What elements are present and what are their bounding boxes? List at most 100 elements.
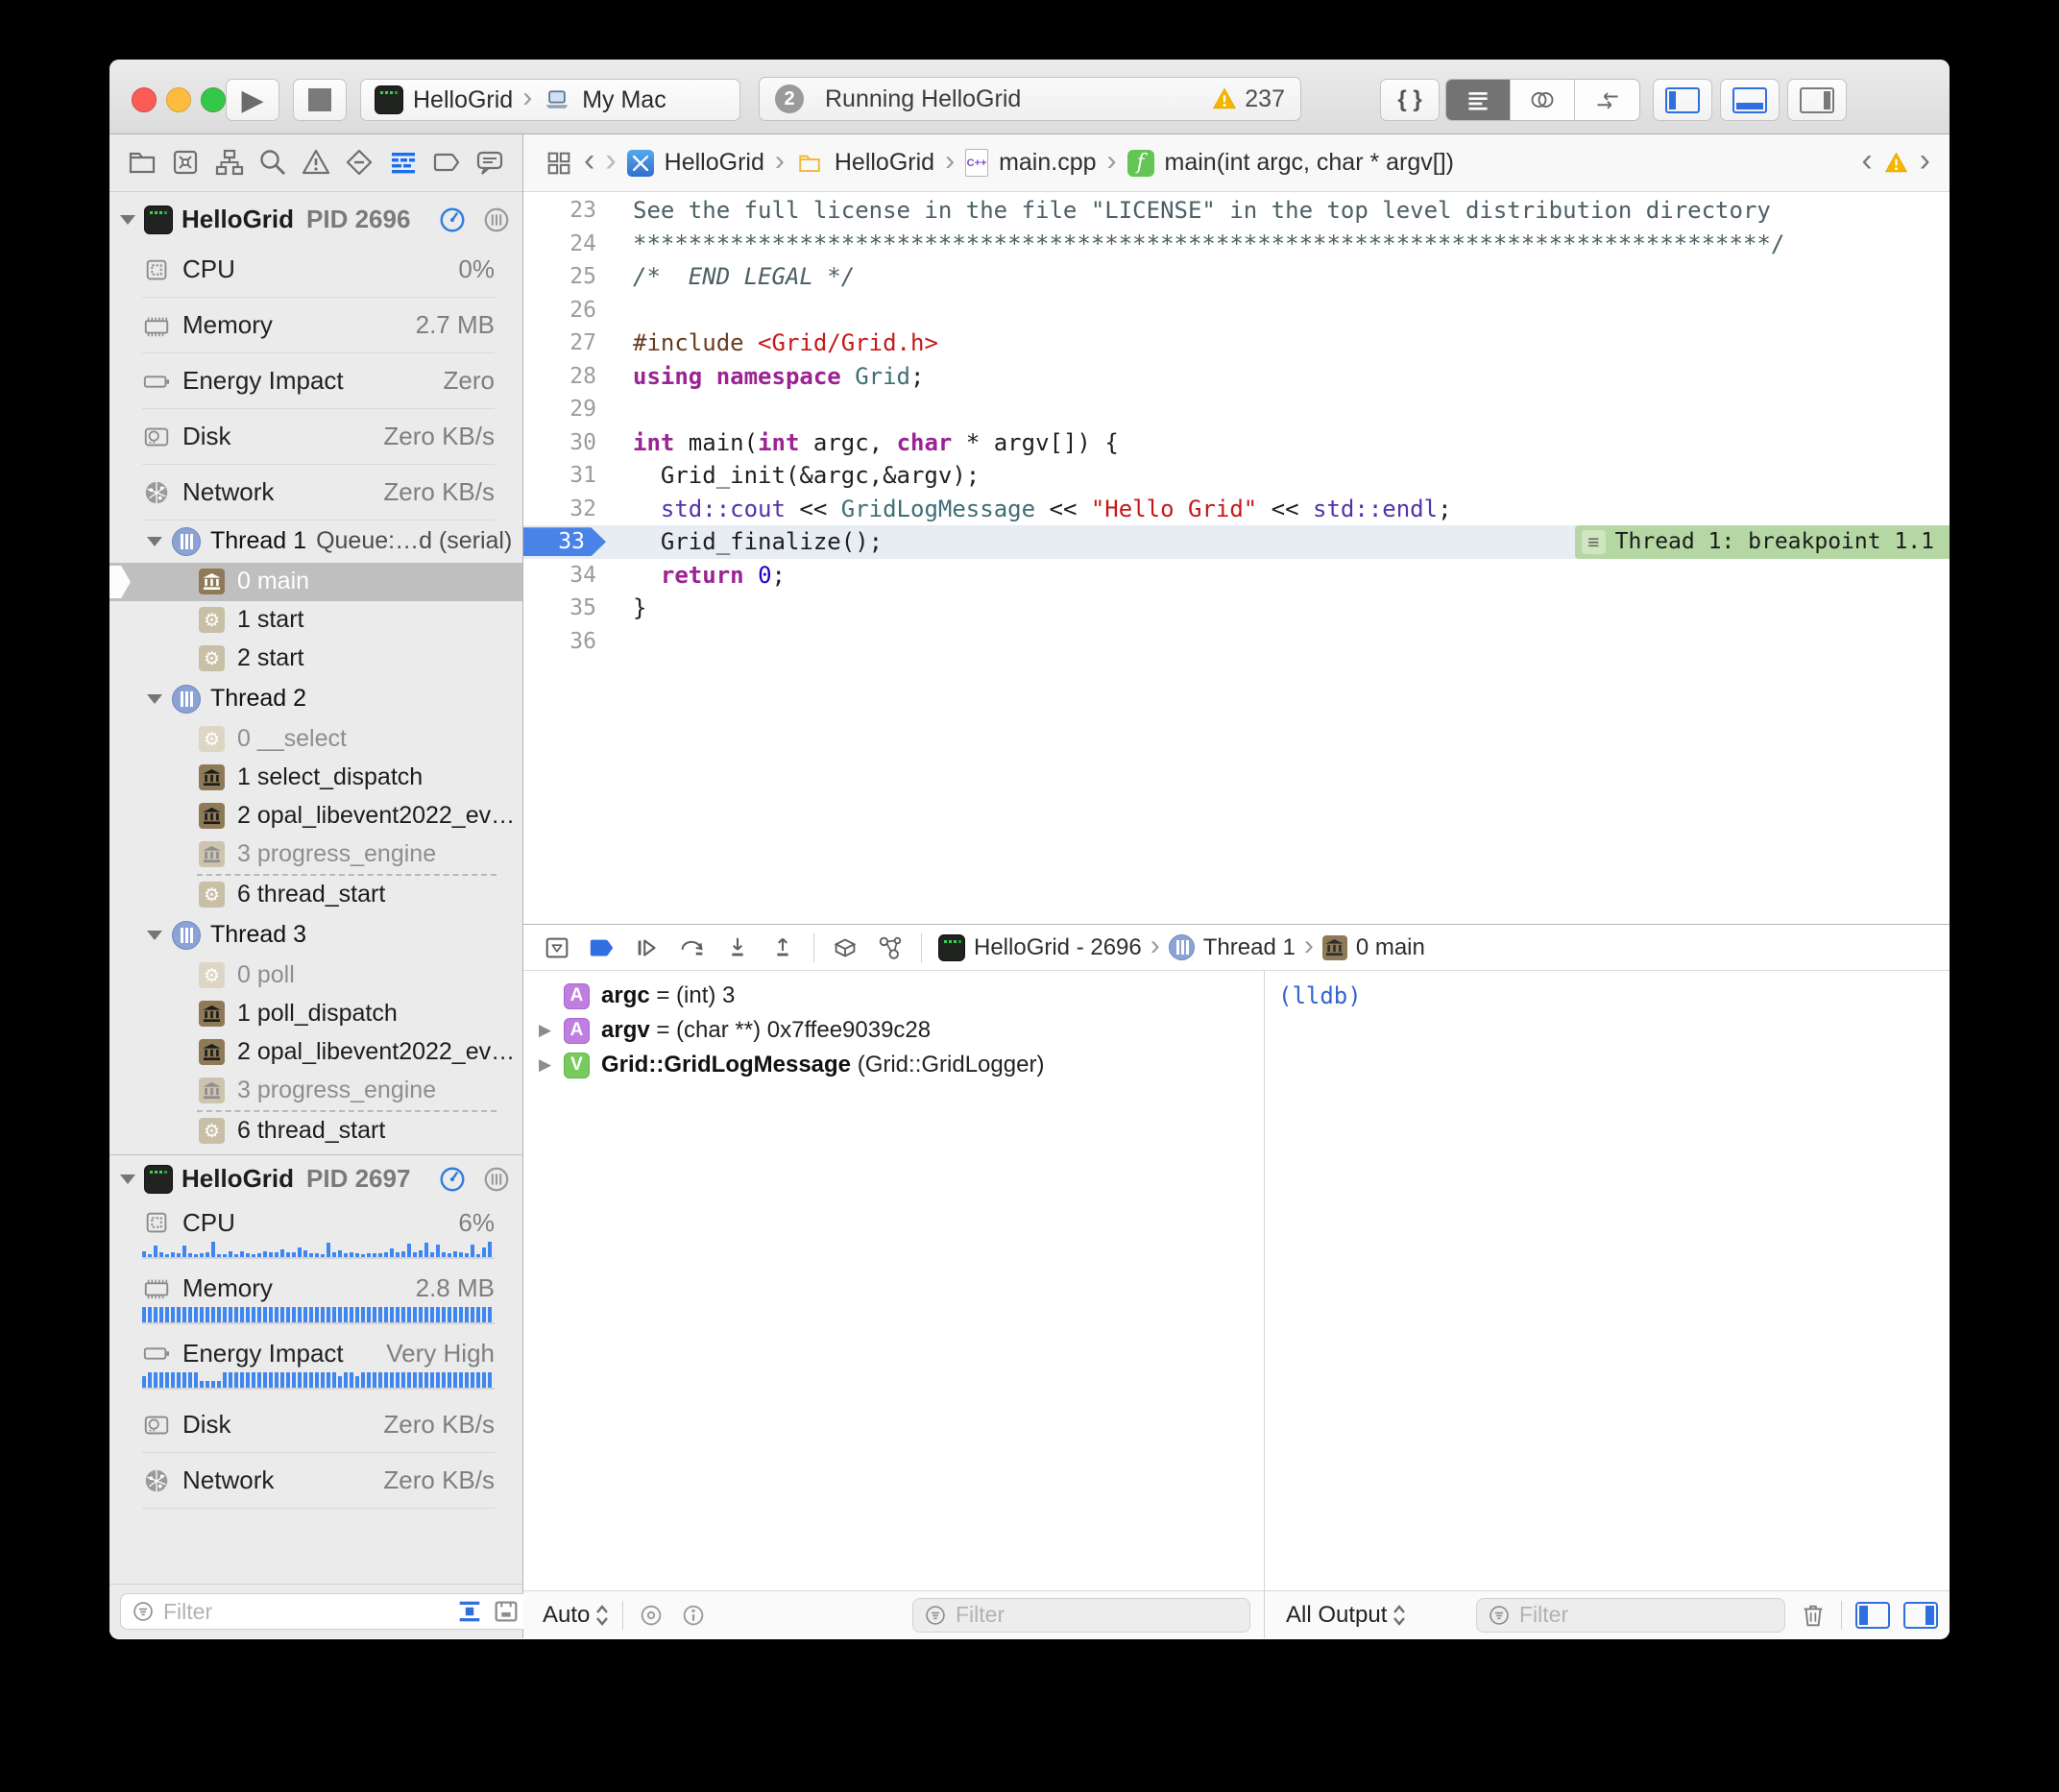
clear-console-icon[interactable] <box>1799 1601 1828 1630</box>
line-number[interactable]: 27 <box>523 330 606 355</box>
debug-view-hierarchy-icon[interactable] <box>831 933 860 962</box>
assistant-editor-button[interactable] <box>1511 80 1575 120</box>
stack-frame-row[interactable]: ⚙2 start <box>109 640 522 678</box>
source-control-navigator-icon[interactable] <box>170 147 201 178</box>
stat-row-memory[interactable]: Memory 2.8 MB <box>109 1267 522 1332</box>
stack-frame-row[interactable]: 3 progress_engine <box>109 1072 522 1110</box>
flatten-stack-icon[interactable] <box>455 1597 484 1626</box>
stack-frame-row[interactable]: ⚙6 thread_start <box>109 876 522 914</box>
next-issue-button[interactable]: › <box>1920 144 1930 177</box>
debug-memory-graph-icon[interactable] <box>876 933 905 962</box>
breakpoint-navigator-icon[interactable] <box>431 147 462 178</box>
breakpoint-badge[interactable]: 33 <box>523 527 606 556</box>
stat-row-energy[interactable]: Energy Impact Zero <box>109 353 522 409</box>
thread-header[interactable]: Thread 2 <box>109 678 522 720</box>
disclosure-triangle-icon[interactable] <box>120 215 135 225</box>
pause-process-icon[interactable] <box>482 206 511 234</box>
find-navigator-icon[interactable] <box>257 147 288 178</box>
stack-frame-row[interactable]: 1 select_dispatch <box>109 759 522 797</box>
toggle-console-view-icon[interactable] <box>1903 1602 1938 1629</box>
standard-editor-button[interactable] <box>1446 80 1511 120</box>
zoom-button[interactable] <box>201 87 226 112</box>
line-number[interactable]: 34 <box>523 563 606 588</box>
crumb-frame[interactable]: 0 main <box>1356 934 1425 961</box>
disclosure-triangle-icon[interactable] <box>120 1174 135 1184</box>
filter-input[interactable] <box>163 1599 448 1625</box>
line-number[interactable]: 35 <box>523 595 606 620</box>
symbol-navigator-icon[interactable] <box>214 147 245 178</box>
console-filter-field[interactable] <box>1476 1598 1785 1633</box>
step-into-icon[interactable] <box>723 933 752 962</box>
line-number[interactable]: 31 <box>523 463 606 488</box>
continue-icon[interactable] <box>633 933 662 962</box>
disclosure-triangle-icon[interactable]: ▶ <box>539 1021 564 1040</box>
disclosure-triangle-icon[interactable]: ▶ <box>539 1055 564 1075</box>
issue-navigator-icon[interactable] <box>301 147 331 178</box>
source-editor[interactable]: 23See the full license in the file "LICE… <box>523 192 1950 924</box>
stack-frame-row[interactable]: 0 main <box>109 563 522 601</box>
close-button[interactable] <box>132 87 157 112</box>
toggle-navigator-button[interactable] <box>1653 79 1712 121</box>
crumb-group[interactable]: HelloGrid <box>835 149 934 177</box>
variable-row[interactable]: ▶VGrid::GridLogMessage (Grid::GridLogger… <box>523 1048 1264 1082</box>
filter-input[interactable] <box>1519 1602 1711 1628</box>
console-view[interactable]: (lldb) <box>1265 971 1950 1590</box>
project-navigator-icon[interactable] <box>127 147 157 178</box>
stat-row-cpu[interactable]: CPU 6% <box>109 1201 522 1267</box>
report-navigator-icon[interactable] <box>474 147 505 178</box>
related-items-icon[interactable] <box>545 149 573 178</box>
navigator-filter-field[interactable] <box>120 1593 566 1630</box>
stack-frame-row[interactable]: ⚙6 thread_start <box>109 1112 522 1150</box>
process-header-2697[interactable]: HelloGrid PID 2697 <box>109 1157 522 1201</box>
line-number[interactable]: 29 <box>523 397 606 422</box>
line-number[interactable]: 32 <box>523 496 606 521</box>
quicklook-icon[interactable] <box>637 1601 666 1630</box>
activity-viewer[interactable]: 2 Running HelloGrid 237 <box>759 77 1301 121</box>
stack-frame-row[interactable]: 3 progress_engine <box>109 835 522 874</box>
stat-row-network[interactable]: Network Zero KB/s <box>109 465 522 521</box>
crumb-symbol[interactable]: main(int argc, char * argv[]) <box>1165 149 1455 177</box>
line-number[interactable]: 36 <box>523 629 606 654</box>
stop-button[interactable] <box>293 79 347 121</box>
crumb-process[interactable]: HelloGrid - 2696 <box>974 934 1142 961</box>
debug-navigator-icon[interactable] <box>388 147 419 178</box>
stat-row-memory[interactable]: Memory 2.7 MB <box>109 298 522 353</box>
toggle-variables-view-icon[interactable] <box>1855 1602 1890 1629</box>
variable-scope-dropdown[interactable]: Auto <box>543 1602 609 1629</box>
disclosure-triangle-icon[interactable] <box>147 694 162 704</box>
line-number[interactable]: 28 <box>523 364 606 389</box>
forward-button[interactable]: › <box>605 144 616 177</box>
filter-input[interactable] <box>956 1602 1148 1628</box>
version-editor-button[interactable] <box>1575 80 1639 120</box>
crumb-project[interactable]: HelloGrid <box>665 149 764 177</box>
performance-gauge-icon[interactable] <box>438 206 467 234</box>
process-header-2696[interactable]: HelloGrid PID 2696 <box>109 198 522 242</box>
back-button[interactable]: ‹ <box>584 144 594 177</box>
issue-warning-icon[interactable] <box>1884 151 1908 175</box>
breakpoints-enabled-icon[interactable] <box>588 933 617 962</box>
code-review-button[interactable]: { } <box>1380 79 1440 121</box>
toggle-debug-area-button[interactable] <box>1720 79 1780 121</box>
hide-debug-area-icon[interactable] <box>543 933 571 962</box>
stack-frame-row[interactable]: 2 opal_libevent2022_ev… <box>109 1033 522 1072</box>
warning-icon[interactable] <box>1212 86 1237 111</box>
breakpoint-annotation[interactable]: ≡Thread 1: breakpoint 1.1 <box>1575 525 1950 559</box>
test-navigator-icon[interactable] <box>344 147 375 178</box>
step-over-icon[interactable] <box>678 933 707 962</box>
stack-frame-row[interactable]: ⚙0 __select <box>109 720 522 759</box>
stack-frame-row[interactable]: ⚙0 poll <box>109 957 522 995</box>
line-number[interactable]: 23 <box>523 198 606 223</box>
stack-frame-row[interactable]: ⚙1 start <box>109 601 522 640</box>
show-crashed-threads-icon[interactable] <box>492 1597 521 1626</box>
line-number[interactable]: 30 <box>523 430 606 455</box>
info-icon[interactable] <box>679 1601 708 1630</box>
stat-row-energy[interactable]: Energy Impact Very High <box>109 1332 522 1397</box>
disclosure-triangle-icon[interactable] <box>147 931 162 940</box>
step-out-icon[interactable] <box>768 933 797 962</box>
variables-filter-field[interactable] <box>912 1598 1250 1633</box>
thread-header[interactable]: Thread 3 <box>109 914 522 957</box>
line-number[interactable]: 26 <box>523 298 606 323</box>
stat-row-cpu[interactable]: CPU 0% <box>109 242 522 298</box>
console-output-dropdown[interactable]: All Output <box>1286 1602 1406 1629</box>
run-button[interactable]: ▶ <box>226 79 279 121</box>
